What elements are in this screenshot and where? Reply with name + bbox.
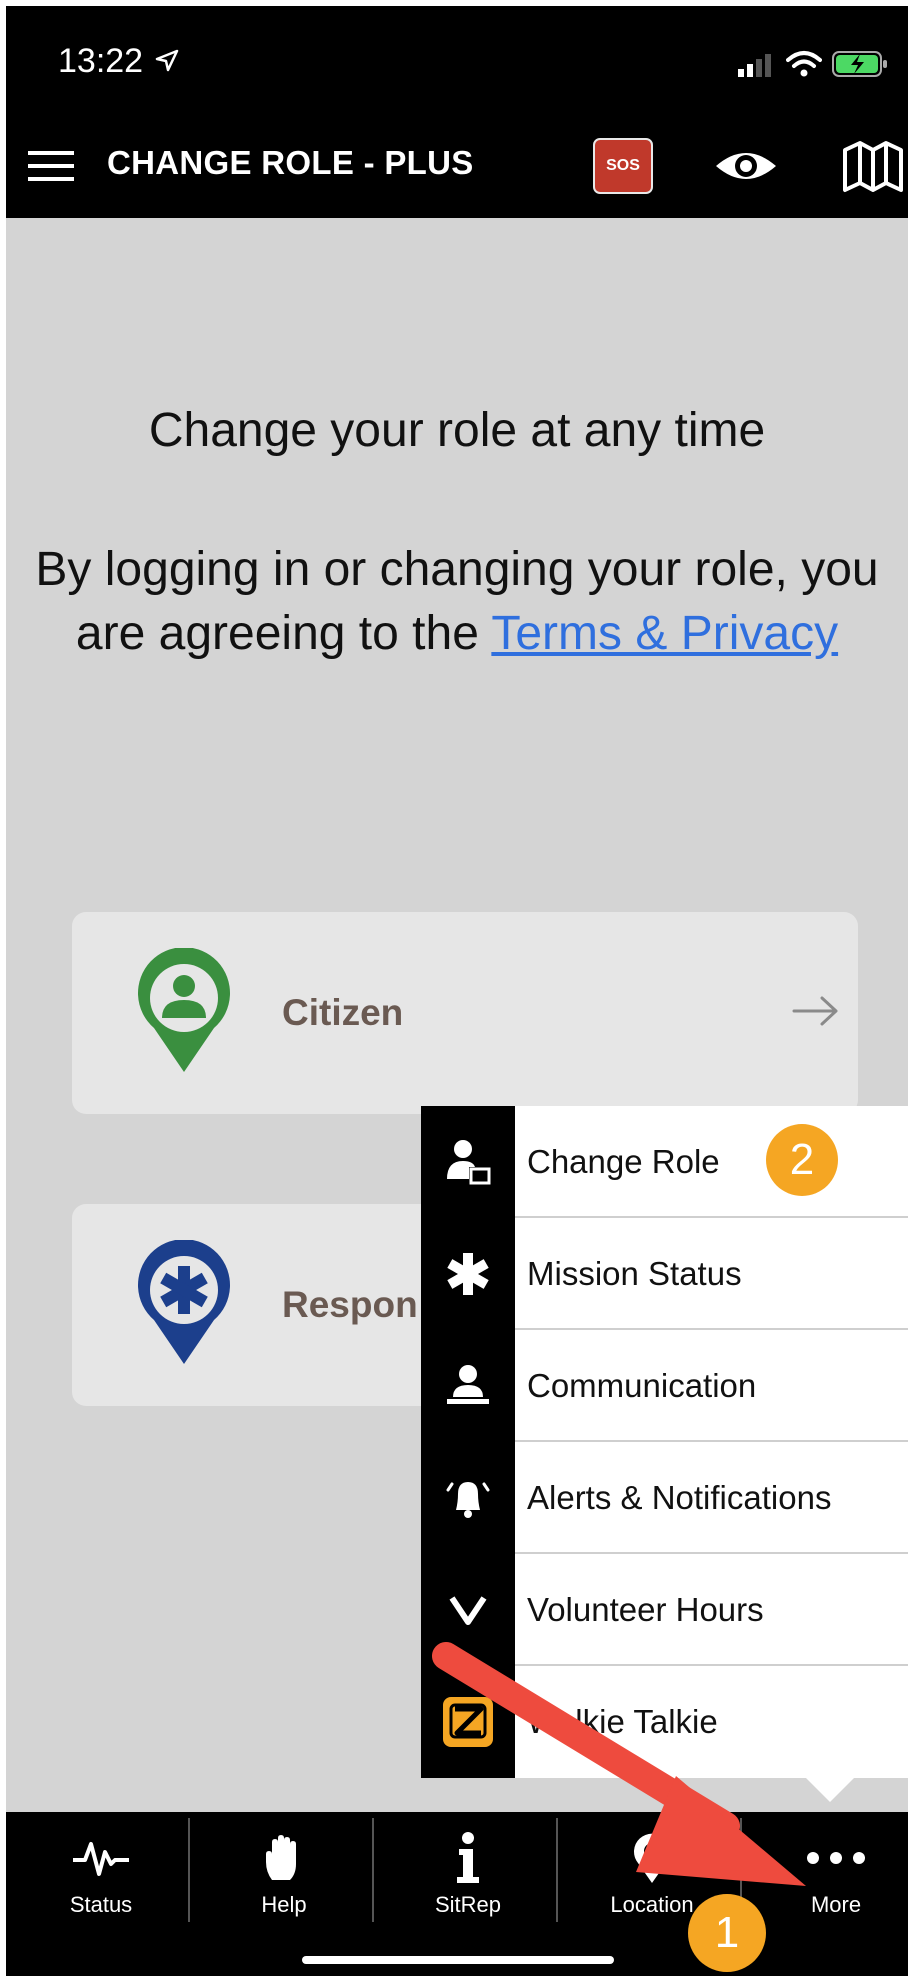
menu-item-communication[interactable]: Communication xyxy=(421,1330,908,1442)
agreement-text: By logging in or changing your role, you… xyxy=(6,538,908,666)
nav-label: Status xyxy=(69,1892,133,1917)
wifi-icon xyxy=(786,51,822,77)
menu-label: Alerts & Notifications xyxy=(527,1479,832,1516)
battery-charging-icon xyxy=(832,51,887,77)
menu-item-alerts[interactable]: Alerts & Notifications xyxy=(421,1442,908,1554)
nav-status[interactable]: Status xyxy=(11,1812,191,1932)
nav-divider xyxy=(372,1818,374,1922)
phone-screen: 13:22 CHANGE ROLE - PLUS SOS Change your… xyxy=(6,6,908,1976)
role-card-citizen[interactable]: Citizen xyxy=(72,912,858,1114)
terms-privacy-link[interactable]: Terms & Privacy xyxy=(491,607,838,660)
role-label-responder: Respon xyxy=(282,1284,418,1325)
menu-label: Mission Status xyxy=(527,1255,742,1292)
map-icon[interactable] xyxy=(842,140,904,194)
menu-label: Change Role xyxy=(527,1143,720,1180)
nav-help[interactable]: Help xyxy=(194,1812,374,1932)
pulse-icon xyxy=(11,1830,191,1886)
status-time: 13:22 xyxy=(58,42,144,80)
home-indicator xyxy=(302,1956,614,1964)
menu-item-mission-status[interactable]: Mission Status xyxy=(421,1218,908,1330)
annotation-badge-1: 1 xyxy=(688,1894,766,1972)
annotation-badge-2: 2 xyxy=(766,1124,838,1196)
eye-icon[interactable] xyxy=(714,146,778,186)
nav-label: Help xyxy=(261,1892,307,1917)
headline: Change your role at any time xyxy=(148,404,766,457)
page-title: CHANGE ROLE - PLUS xyxy=(107,144,474,181)
communication-icon xyxy=(421,1330,515,1442)
location-arrow-icon xyxy=(155,49,179,72)
responder-pin-icon xyxy=(138,1240,230,1364)
hamburger-menu-icon[interactable] xyxy=(28,148,74,184)
role-label-citizen: Citizen xyxy=(282,992,404,1033)
status-bar: 13:22 xyxy=(6,6,908,114)
annotation-arrow xyxy=(432,1642,806,1886)
menu-label: Communication xyxy=(527,1367,757,1404)
change-role-icon xyxy=(421,1106,515,1218)
arrow-right-icon xyxy=(792,996,838,1026)
cellular-signal-icon xyxy=(738,54,771,77)
sos-button[interactable]: SOS xyxy=(593,138,653,194)
hand-icon xyxy=(194,1830,374,1886)
asterisk-icon xyxy=(421,1218,515,1330)
nav-divider xyxy=(188,1818,190,1922)
app-header: CHANGE ROLE - PLUS SOS xyxy=(6,114,908,218)
citizen-pin-icon xyxy=(138,948,230,1072)
bell-icon xyxy=(421,1442,515,1554)
